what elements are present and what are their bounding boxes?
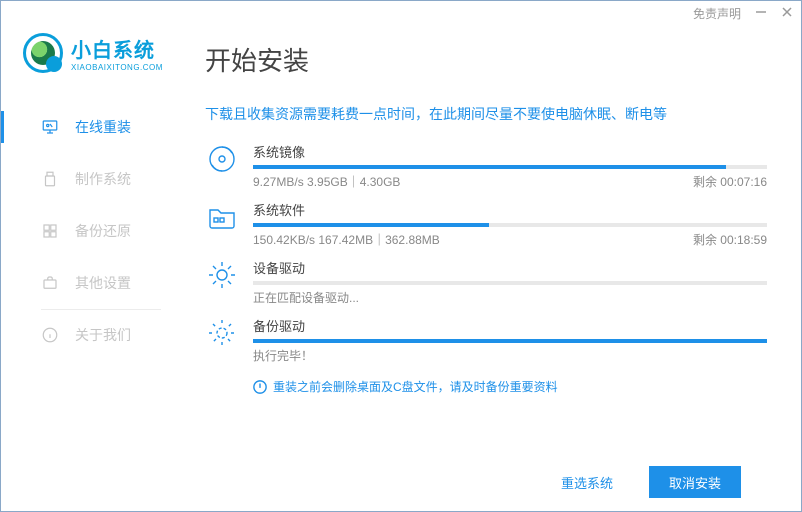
- task-detail: 正在匹配设备驱动...: [253, 289, 359, 306]
- sidebar-item-label: 制作系统: [75, 169, 131, 189]
- gear-icon: [205, 258, 239, 292]
- usb-icon: [41, 170, 59, 188]
- notice-text: 下载且收集资源需要耗费一点时间，在此期间尽量不要使电脑休眠、断电等: [205, 104, 767, 124]
- disc-icon: [205, 142, 239, 176]
- progress-fill: [253, 165, 726, 169]
- info-icon: [41, 326, 59, 344]
- sidebar-item-backup[interactable]: 备份还原: [1, 205, 185, 257]
- logo: 小白系统 XIAOBAIXITONG.COM: [1, 33, 185, 101]
- app-window: 免责声明 小白系统 XIAOBAIXITONG.COM 在线重装: [0, 0, 802, 512]
- folder-icon: [205, 200, 239, 234]
- cancel-install-button[interactable]: 取消安装: [649, 466, 741, 498]
- monitor-icon: [41, 118, 59, 136]
- minimize-button[interactable]: [755, 6, 767, 21]
- sidebar-item-reinstall[interactable]: 在线重装: [1, 101, 185, 153]
- task-remaining: 剩余 00:07:16: [693, 173, 767, 190]
- task-name: 设备驱动: [253, 258, 305, 277]
- task-row: 系统软件 150.42KB/s 167.42MB｜362.88MB 剩余 00:…: [205, 200, 767, 248]
- task-name: 系统软件: [253, 200, 305, 219]
- warning-row: 重装之前会删除桌面及C盘文件，请及时备份重要资料: [205, 378, 767, 395]
- disclaimer-link[interactable]: 免责声明: [693, 5, 741, 22]
- sidebar-item-create[interactable]: 制作系统: [1, 153, 185, 205]
- page-title: 开始安装: [205, 41, 767, 78]
- logo-title: 小白系统: [71, 34, 163, 63]
- progress-bar: [253, 223, 767, 227]
- progress-bar: [253, 281, 767, 285]
- sidebar-item-label: 其他设置: [75, 273, 131, 293]
- progress-fill: [253, 339, 767, 343]
- main-content: 开始安装 下载且收集资源需要耗费一点时间，在此期间尽量不要使电脑休眠、断电等 系…: [185, 25, 801, 511]
- task-detail: 9.27MB/s 3.95GB｜4.30GB: [253, 173, 400, 190]
- progress-fill: [253, 223, 489, 227]
- warning-text: 重装之前会删除桌面及C盘文件，请及时备份重要资料: [273, 378, 558, 395]
- task-name: 系统镜像: [253, 142, 305, 161]
- task-row: 备份驱动 执行完毕！: [205, 316, 767, 364]
- nav: 在线重装 制作系统 备份还原: [1, 101, 185, 361]
- footer: 重选系统 取消安装: [205, 453, 767, 511]
- task-remaining: 剩余 00:18:59: [693, 231, 767, 248]
- task-detail: 150.42KB/s 167.42MB｜362.88MB: [253, 231, 440, 248]
- alert-icon: [253, 380, 267, 394]
- task-row: 设备驱动 正在匹配设备驱动...: [205, 258, 767, 306]
- task-name: 备份驱动: [253, 316, 305, 335]
- sidebar-item-about[interactable]: 关于我们: [1, 309, 185, 361]
- grid-icon: [41, 222, 59, 240]
- close-button[interactable]: [781, 6, 793, 21]
- task-detail: 执行完毕！: [253, 347, 313, 364]
- task-list: 系统镜像 9.27MB/s 3.95GB｜4.30GB 剩余 00:07:16 …: [205, 142, 767, 364]
- sidebar: 小白系统 XIAOBAIXITONG.COM 在线重装 制作系统: [1, 25, 185, 511]
- progress-bar: [253, 165, 767, 169]
- logo-subtitle: XIAOBAIXITONG.COM: [71, 63, 163, 72]
- titlebar: 免责声明: [1, 1, 801, 25]
- gear-dashed-icon: [205, 316, 239, 350]
- sidebar-item-label: 在线重装: [75, 117, 131, 137]
- reselect-system-button[interactable]: 重选系统: [541, 466, 633, 498]
- briefcase-icon: [41, 274, 59, 292]
- progress-bar: [253, 339, 767, 343]
- sidebar-item-label: 备份还原: [75, 221, 131, 241]
- sidebar-item-settings[interactable]: 其他设置: [1, 257, 185, 309]
- task-row: 系统镜像 9.27MB/s 3.95GB｜4.30GB 剩余 00:07:16: [205, 142, 767, 190]
- logo-icon: [23, 33, 63, 73]
- sidebar-item-label: 关于我们: [75, 325, 131, 345]
